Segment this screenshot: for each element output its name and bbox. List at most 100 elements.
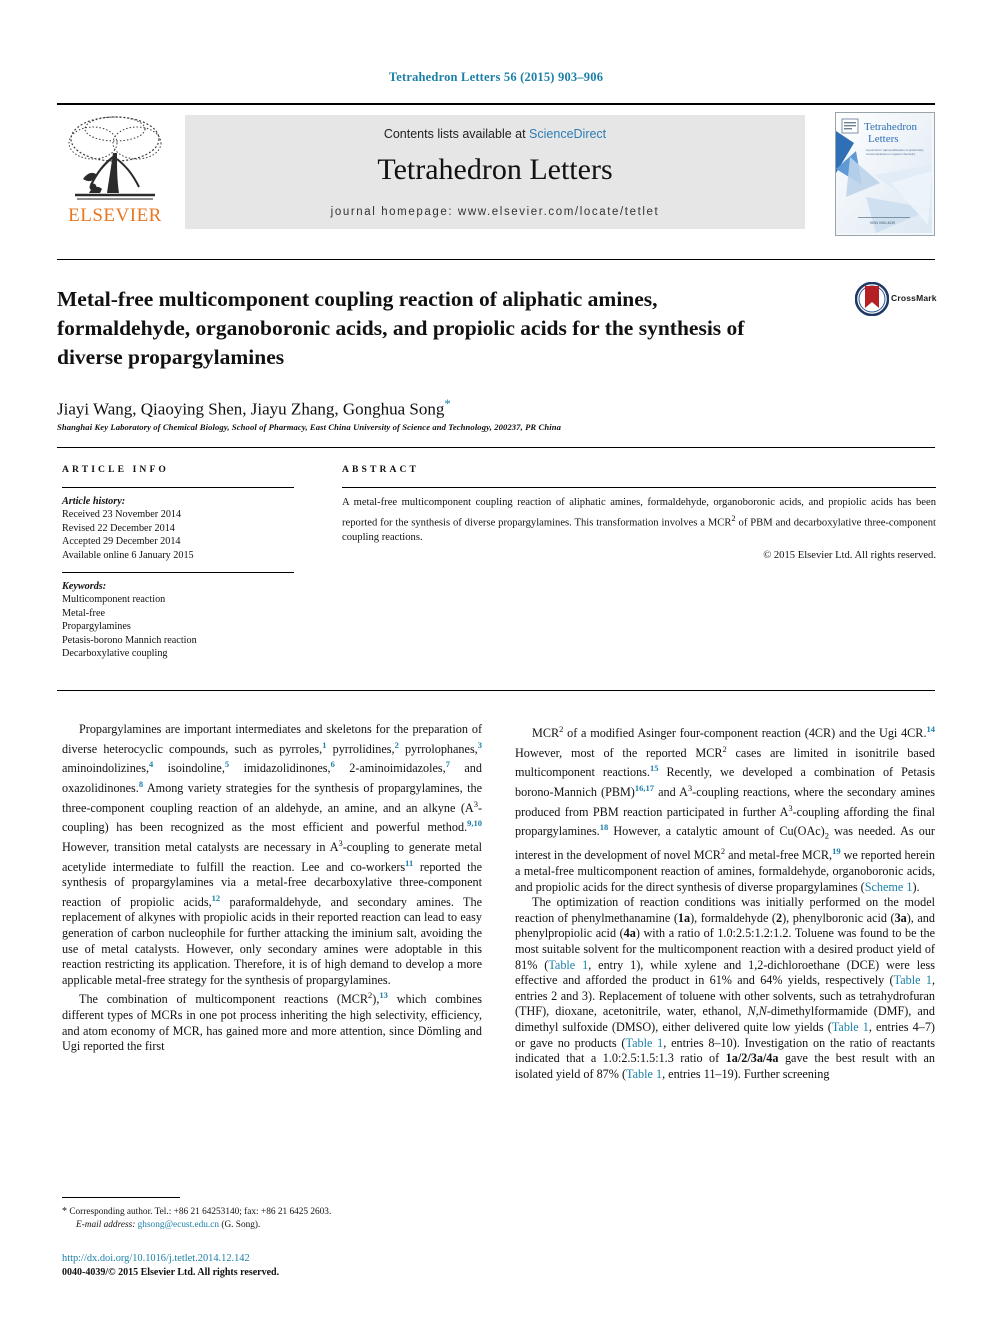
email-address-label: E-mail address:: [76, 1220, 136, 1230]
compound-label: 1a: [677, 910, 691, 925]
cross-reference-link[interactable]: Scheme 1: [865, 880, 913, 894]
footnote-line-email: E-mail address: ghsong@ecust.edu.cn (G. …: [62, 1219, 482, 1232]
citation-ref[interactable]: 9,10: [467, 818, 482, 828]
page-title: Metal-free multicomponent coupling react…: [57, 287, 745, 369]
citation-ref[interactable]: 18: [600, 822, 609, 832]
citation-ref[interactable]: 12: [212, 893, 221, 903]
elsevier-logo: ELSEVIER: [57, 113, 173, 229]
compound-label: 1a/2/3a/4a: [725, 1051, 779, 1066]
author-names: Jiayi Wang, Qiaoying Shen, Jiayu Zhang, …: [57, 399, 445, 419]
citation-ref[interactable]: 11: [405, 858, 413, 868]
abstract-column: A metal-free multicomponent coupling rea…: [342, 487, 936, 561]
citation-ref[interactable]: 13: [379, 990, 388, 1000]
info-rule-top: [62, 487, 294, 488]
svg-text:communications in organic chem: communications in organic chemistry: [866, 152, 916, 156]
crossmark-badge[interactable]: CrossMark: [854, 281, 941, 318]
cross-reference-link[interactable]: Table 1: [626, 1067, 662, 1081]
footnote-divider: [62, 1197, 180, 1198]
citation-ref[interactable]: 14: [927, 724, 936, 734]
keyword-item: Decarboxylative coupling: [62, 648, 168, 660]
keyword-item: Petasis-borono Mannich reaction: [62, 634, 197, 646]
subscript: 2: [824, 830, 829, 841]
citation-ref[interactable]: 19: [832, 846, 841, 856]
elsevier-wordmark: ELSEVIER: [68, 205, 162, 226]
citation-ref[interactable]: 15: [650, 763, 659, 773]
keywords-block: Keywords: Multicomponent reaction Metal-…: [62, 580, 294, 660]
svg-text:ISSN 0040-4039: ISSN 0040-4039: [870, 221, 895, 225]
italic-locant: N,N: [747, 1004, 767, 1019]
corresponding-author-footnote: * Corresponding author. Tel.: +86 21 642…: [62, 1205, 482, 1232]
cross-reference-link[interactable]: Table 1: [894, 973, 932, 987]
history-item: Available online 6 January 2015: [62, 549, 194, 561]
keywords-label: Keywords:: [62, 581, 107, 593]
abstract-text: A metal-free multicomponent coupling rea…: [342, 496, 936, 545]
superscript: 3: [338, 837, 343, 848]
cross-reference-link[interactable]: Table 1: [625, 1036, 663, 1050]
body-column-right: MCR2 of a modified Asinger four-componen…: [515, 722, 935, 1082]
crossmark-label: CrossMark: [891, 293, 937, 303]
journal-masthead: ELSEVIER Contents lists available at Sci…: [57, 103, 935, 236]
history-item: Received 23 November 2014: [62, 509, 182, 521]
doi-link[interactable]: http://dx.doi.org/10.1016/j.tetlet.2014.…: [62, 1252, 482, 1266]
keyword-item: Propargylamines: [62, 621, 131, 633]
email-address-link[interactable]: ghsong@ecust.edu.cn: [138, 1220, 219, 1230]
body-paragraph: The combination of multicomponent reacti…: [62, 990, 482, 1054]
page-footer: http://dx.doi.org/10.1016/j.tetlet.2014.…: [62, 1252, 482, 1280]
title-divider: [57, 259, 935, 260]
contents-available-line: Contents lists available at ScienceDirec…: [185, 127, 805, 141]
footnote-marker: *: [62, 1206, 67, 1217]
superscript: 2: [720, 846, 726, 857]
svg-text:Letters: Letters: [868, 133, 899, 145]
abstract-rule-top: [342, 487, 936, 488]
article-history-block: Article history: Received 23 November 20…: [62, 495, 294, 562]
svg-text:Tetrahedron: Tetrahedron: [864, 121, 917, 133]
citation-ref[interactable]: 5: [225, 759, 229, 769]
compound-label: 2: [776, 910, 783, 925]
superscript: 3: [473, 798, 478, 809]
footnote-corresponding-text: Corresponding author. Tel.: +86 21 64253…: [69, 1207, 332, 1217]
body-column-left: Propargylamines are important intermedia…: [62, 722, 482, 1055]
keyword-item: Metal-free: [62, 607, 105, 619]
article-info-heading: ARTICLE INFO: [62, 464, 169, 475]
history-item: Accepted 29 December 2014: [62, 536, 181, 548]
abstract-copyright: © 2015 Elsevier Ltd. All rights reserved…: [763, 550, 936, 562]
article-page: Tetrahedron Letters 56 (2015) 903–906 EL…: [0, 0, 992, 1323]
cross-reference-link[interactable]: Table 1: [548, 958, 588, 972]
journal-cover-thumbnail[interactable]: Tetrahedron Letters A journal for rapid …: [835, 112, 935, 236]
email-owner: (G. Song).: [221, 1220, 261, 1230]
running-head: Tetrahedron Letters 56 (2015) 903–906: [388, 70, 604, 84]
abstract-heading: ABSTRACT: [342, 464, 420, 475]
superscript: 3: [687, 782, 693, 793]
compound-label: 3a: [894, 910, 907, 925]
citation-ref[interactable]: 16,17: [635, 783, 654, 793]
superscript: 3: [788, 802, 793, 813]
citation-ref[interactable]: 3: [478, 740, 482, 750]
citation-ref[interactable]: 4: [149, 759, 153, 769]
journal-cover-art: Tetrahedron Letters A journal for rapid …: [836, 113, 932, 233]
citation-ref[interactable]: 8: [139, 779, 143, 789]
citation-ref[interactable]: 7: [446, 759, 450, 769]
cross-reference-link[interactable]: Table 1: [832, 1020, 869, 1034]
contents-box: Contents lists available at ScienceDirec…: [185, 115, 805, 229]
citation-ref[interactable]: 1: [322, 740, 326, 750]
info-band-bottom-divider: [57, 690, 935, 691]
superscript: 2: [722, 743, 727, 754]
footnote-line-tel: * Corresponding author. Tel.: +86 21 642…: [62, 1205, 482, 1219]
elsevier-tree-icon: [68, 116, 162, 200]
citation-ref[interactable]: 6: [331, 759, 335, 769]
journal-title: Tetrahedron Letters: [377, 153, 613, 186]
citation-ref[interactable]: 2: [395, 740, 399, 750]
compound-label: 4a: [623, 926, 636, 941]
superscript: 2: [559, 724, 564, 734]
issn-copyright-line: 0040-4039/© 2015 Elsevier Ltd. All right…: [62, 1267, 280, 1278]
body-paragraph: Propargylamines are important intermedia…: [62, 722, 482, 987]
superscript: 2: [368, 990, 373, 1001]
sciencedirect-link[interactable]: ScienceDirect: [529, 127, 606, 141]
author-list: Jiayi Wang, Qiaoying Shen, Jiayu Zhang, …: [57, 396, 857, 420]
info-band-top-divider: [57, 447, 935, 448]
article-info-column: Article history: Received 23 November 20…: [62, 487, 294, 660]
contents-prefix: Contents lists available at: [383, 127, 530, 141]
body-paragraph: MCR2 of a modified Asinger four-componen…: [515, 724, 936, 894]
journal-homepage-link[interactable]: journal homepage: www.elsevier.com/locat…: [185, 206, 805, 218]
crossmark-icon: [854, 281, 890, 317]
